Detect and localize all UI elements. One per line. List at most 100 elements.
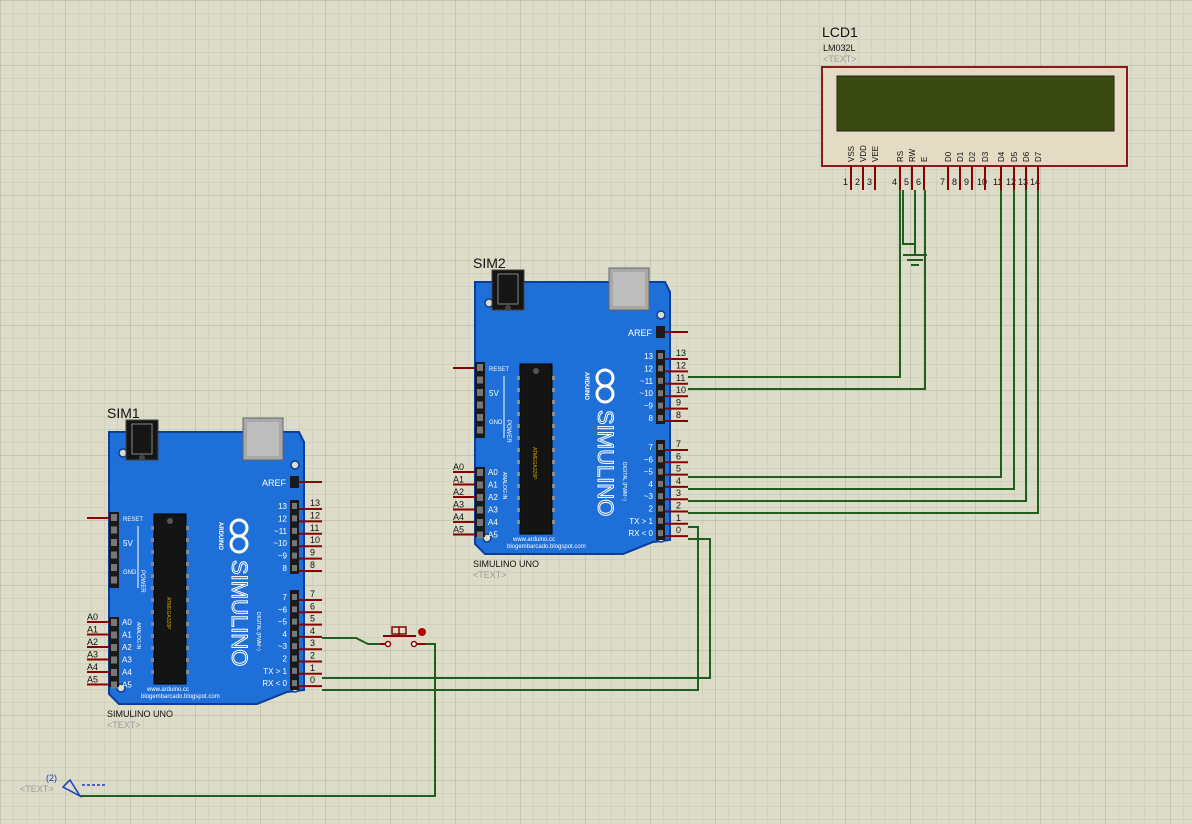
lcd-screen xyxy=(836,75,1115,132)
digital-pin-label: ~9 xyxy=(278,552,288,561)
digital-pin-label: 8 xyxy=(649,414,654,423)
lcd-pin-name: D5 xyxy=(1010,151,1019,162)
digital-pin-label: 7 xyxy=(283,593,288,602)
analog-pin-label: A0 xyxy=(488,468,498,477)
analog-pin-label: A5 xyxy=(122,681,132,690)
v5-label: 5V xyxy=(489,389,499,398)
analog-pin-label: A0 xyxy=(122,618,132,627)
lcd-pin-name: D0 xyxy=(944,151,953,162)
lcd-pin-number: 7 xyxy=(940,177,945,187)
board-model-label: SIMULINO UNO xyxy=(473,559,539,569)
digital-pin-label: ~11 xyxy=(640,377,654,386)
simulino-logo-text: SIMULINO xyxy=(227,560,252,666)
lcd-pin-name: D6 xyxy=(1022,151,1031,162)
digital-ext-label: 7 xyxy=(310,589,315,599)
v5-label: 5V xyxy=(123,539,133,548)
analog-ext-label: A5 xyxy=(87,675,98,685)
digital-pin-label: RX < 0 xyxy=(628,529,653,538)
digital-ext-label: 2 xyxy=(676,501,681,511)
digital-ext-label: 13 xyxy=(676,348,686,358)
analog-ext-label: A2 xyxy=(453,487,464,497)
arduino-board-sim2[interactable]: SIM2 ARDUINO SIMULINO ATMEGA328P RESET 5V GND P… xyxy=(453,255,688,580)
lcd-ref-label: LCD1 xyxy=(822,24,858,40)
button-indicator xyxy=(418,628,426,636)
digital-header-high xyxy=(290,500,299,574)
digital-ext-label: 13 xyxy=(310,498,320,508)
analog-ext-label: A4 xyxy=(87,662,98,672)
schematic-canvas[interactable]: LCD1 LM032L <TEXT> VSS 1 VDD 2 VEE 3 RS 4 RW 5 E 6 D… xyxy=(0,0,1192,824)
lcd-pin-name: D1 xyxy=(956,151,965,162)
analog-label: ANALOG IN xyxy=(501,472,507,500)
lcd-pin-name: RW xyxy=(908,148,917,162)
digital-pin-label: TX > 1 xyxy=(629,517,653,526)
digital-ext-label: 8 xyxy=(676,410,681,420)
mounting-hole xyxy=(290,460,300,470)
digital-pin-label: ~3 xyxy=(278,642,288,651)
digital-ext-label: 11 xyxy=(310,523,319,533)
lcd-pin-name: D2 xyxy=(968,151,977,162)
analog-pin-label: A4 xyxy=(122,668,132,677)
analog-pin-label: A5 xyxy=(488,531,498,540)
mounting-hole xyxy=(656,310,666,320)
analog-pin-label: A2 xyxy=(488,493,498,502)
digital-pin-label: ~5 xyxy=(644,468,654,477)
lcd-pin-number: 8 xyxy=(952,177,957,187)
analog-ext-label: A3 xyxy=(87,650,98,660)
digital-ext-label: 6 xyxy=(310,601,315,611)
analog-ext-label: A3 xyxy=(453,500,464,510)
power-label: POWER xyxy=(139,570,145,593)
digital-ext-label: 1 xyxy=(676,513,681,523)
site-line1: www.arduino.cc xyxy=(512,537,555,543)
lcd-pin-name: VEE xyxy=(871,146,880,162)
digital-header-high xyxy=(656,350,665,424)
digital-pin-label: RX < 0 xyxy=(262,679,287,688)
digital-pin-label: 4 xyxy=(649,480,654,489)
analog-ext-label: A2 xyxy=(87,637,98,647)
digital-ext-label: 9 xyxy=(310,548,315,558)
lcd-pin-name: E xyxy=(920,157,929,162)
digital-pin-label: 7 xyxy=(649,443,654,452)
simulino-logo-text: SIMULINO xyxy=(593,410,618,516)
digital-ext-label: 10 xyxy=(310,535,320,545)
lcd-pin-name: D7 xyxy=(1034,151,1043,162)
digital-ext-label: 3 xyxy=(310,638,315,648)
digital-pin-label: 2 xyxy=(283,655,288,664)
digital-pin-label: ~10 xyxy=(273,539,287,548)
digital-label: DIGITAL (PWM~) xyxy=(621,462,627,501)
analog-ext-label: A4 xyxy=(453,512,464,522)
digital-pin-label: ~5 xyxy=(278,618,288,627)
digital-ext-label: 10 xyxy=(676,385,686,395)
digital-pin-label: 12 xyxy=(644,364,653,373)
analog-ext-label: A1 xyxy=(453,475,464,485)
arduino-text: ARDUINO xyxy=(583,372,589,400)
lcd-pin-number: 4 xyxy=(892,177,897,187)
lcd-model-label: LM032L xyxy=(823,43,856,53)
analog-ext-label: A0 xyxy=(453,462,464,472)
lcd-pin-number: 5 xyxy=(904,177,909,187)
digital-ext-label: 8 xyxy=(310,560,315,570)
reset-label: RESET xyxy=(489,367,509,373)
digital-pin-label: 12 xyxy=(278,514,287,523)
lcd-pin-name: VDD xyxy=(859,145,868,162)
digital-pin-label: ~6 xyxy=(644,455,654,464)
digital-pin-label: ~11 xyxy=(274,527,288,536)
digital-ext-label: 7 xyxy=(676,439,681,449)
digital-ext-label: 0 xyxy=(676,525,681,535)
board-ref-label: SIM1 xyxy=(107,405,140,421)
analog-pin-label: A1 xyxy=(488,481,498,490)
terminal-net-label: (2) xyxy=(46,773,57,783)
digital-ext-label: 1 xyxy=(310,663,315,673)
site-line2: blogembarcado.blogspot.com xyxy=(507,544,586,550)
digital-pin-label: ~10 xyxy=(639,389,653,398)
arduino-board-sim1[interactable]: SIM1 ARDUINO SIMULINO ATMEGA328P RESET 5V GND P… xyxy=(87,405,322,730)
board-ref-label: SIM2 xyxy=(473,255,506,271)
digital-header-low xyxy=(290,590,299,690)
digital-pin-label: 13 xyxy=(278,502,287,511)
digital-ext-label: 5 xyxy=(310,614,315,624)
chip-label: ATMEGA328P xyxy=(531,447,537,480)
lcd-text-tag: <TEXT> xyxy=(823,54,857,64)
gnd-label: GND xyxy=(123,570,137,576)
digital-pin-label: 2 xyxy=(649,505,654,514)
digital-ext-label: 6 xyxy=(676,451,681,461)
site-line2: blogembarcado.blogspot.com xyxy=(141,694,220,700)
